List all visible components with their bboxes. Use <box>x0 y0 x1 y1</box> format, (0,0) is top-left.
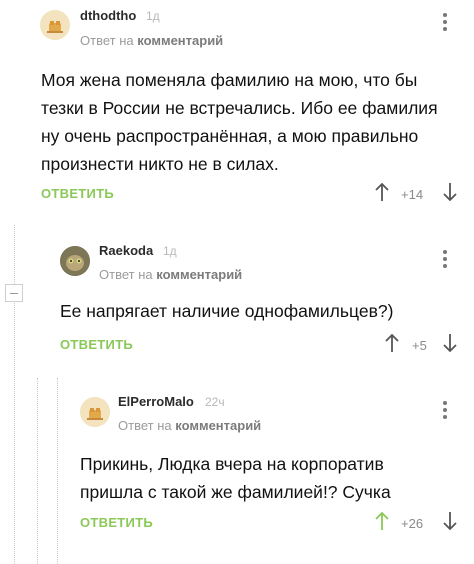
avatar[interactable] <box>80 397 110 427</box>
reply-to: Ответ на комментарий <box>80 33 223 48</box>
avatar[interactable] <box>60 246 90 276</box>
more-vertical-icon[interactable] <box>443 401 447 422</box>
avatar[interactable] <box>40 10 70 40</box>
more-vertical-icon[interactable] <box>443 250 447 271</box>
username[interactable]: Raekoda <box>99 243 153 258</box>
reply-to-label: Ответ на <box>80 33 134 48</box>
collapse-thread-button[interactable] <box>5 284 23 302</box>
reply-button[interactable]: ОТВЕТИТЬ <box>60 337 133 352</box>
downvote-arrow-icon[interactable] <box>443 182 457 202</box>
timestamp: 1д <box>146 9 160 23</box>
rating: +26 <box>401 516 424 531</box>
thread-line <box>37 378 38 564</box>
upvote-arrow-icon[interactable] <box>375 182 389 202</box>
rating: +5 <box>412 338 427 353</box>
reply-to-link[interactable]: комментарий <box>156 267 242 282</box>
downvote-arrow-icon[interactable] <box>443 511 457 531</box>
timestamp: 22ч <box>205 395 225 409</box>
reply-to: Ответ на комментарий <box>118 418 261 433</box>
username[interactable]: ElPerroMalo <box>118 394 194 409</box>
comment-text: Моя жена поменяла фамилию на мою, что бы… <box>41 70 438 174</box>
rating: +14 <box>401 187 424 202</box>
comment-text: Прикинь, Людка вчера на корпоратив пришл… <box>80 454 391 502</box>
upvote-arrow-icon[interactable] <box>375 511 389 531</box>
reply-button[interactable]: ОТВЕТИТЬ <box>41 186 114 201</box>
more-vertical-icon[interactable] <box>443 13 447 34</box>
thread-line <box>57 378 58 564</box>
reply-to-label: Ответ на <box>99 267 153 282</box>
reply-to-link[interactable]: комментарий <box>137 33 223 48</box>
reply-to: Ответ на комментарий <box>99 267 242 282</box>
timestamp: 1д <box>163 244 177 258</box>
upvote-arrow-icon[interactable] <box>385 333 399 353</box>
reply-button[interactable]: ОТВЕТИТЬ <box>80 515 153 530</box>
collapse-icon <box>10 292 18 294</box>
reply-to-link[interactable]: комментарий <box>175 418 261 433</box>
downvote-arrow-icon[interactable] <box>443 333 457 353</box>
username[interactable]: dthodtho <box>80 8 136 23</box>
thread-line <box>14 225 15 564</box>
reply-to-label: Ответ на <box>118 418 172 433</box>
comment-text: Ее напрягает наличие однофамильцев?) <box>60 301 394 321</box>
